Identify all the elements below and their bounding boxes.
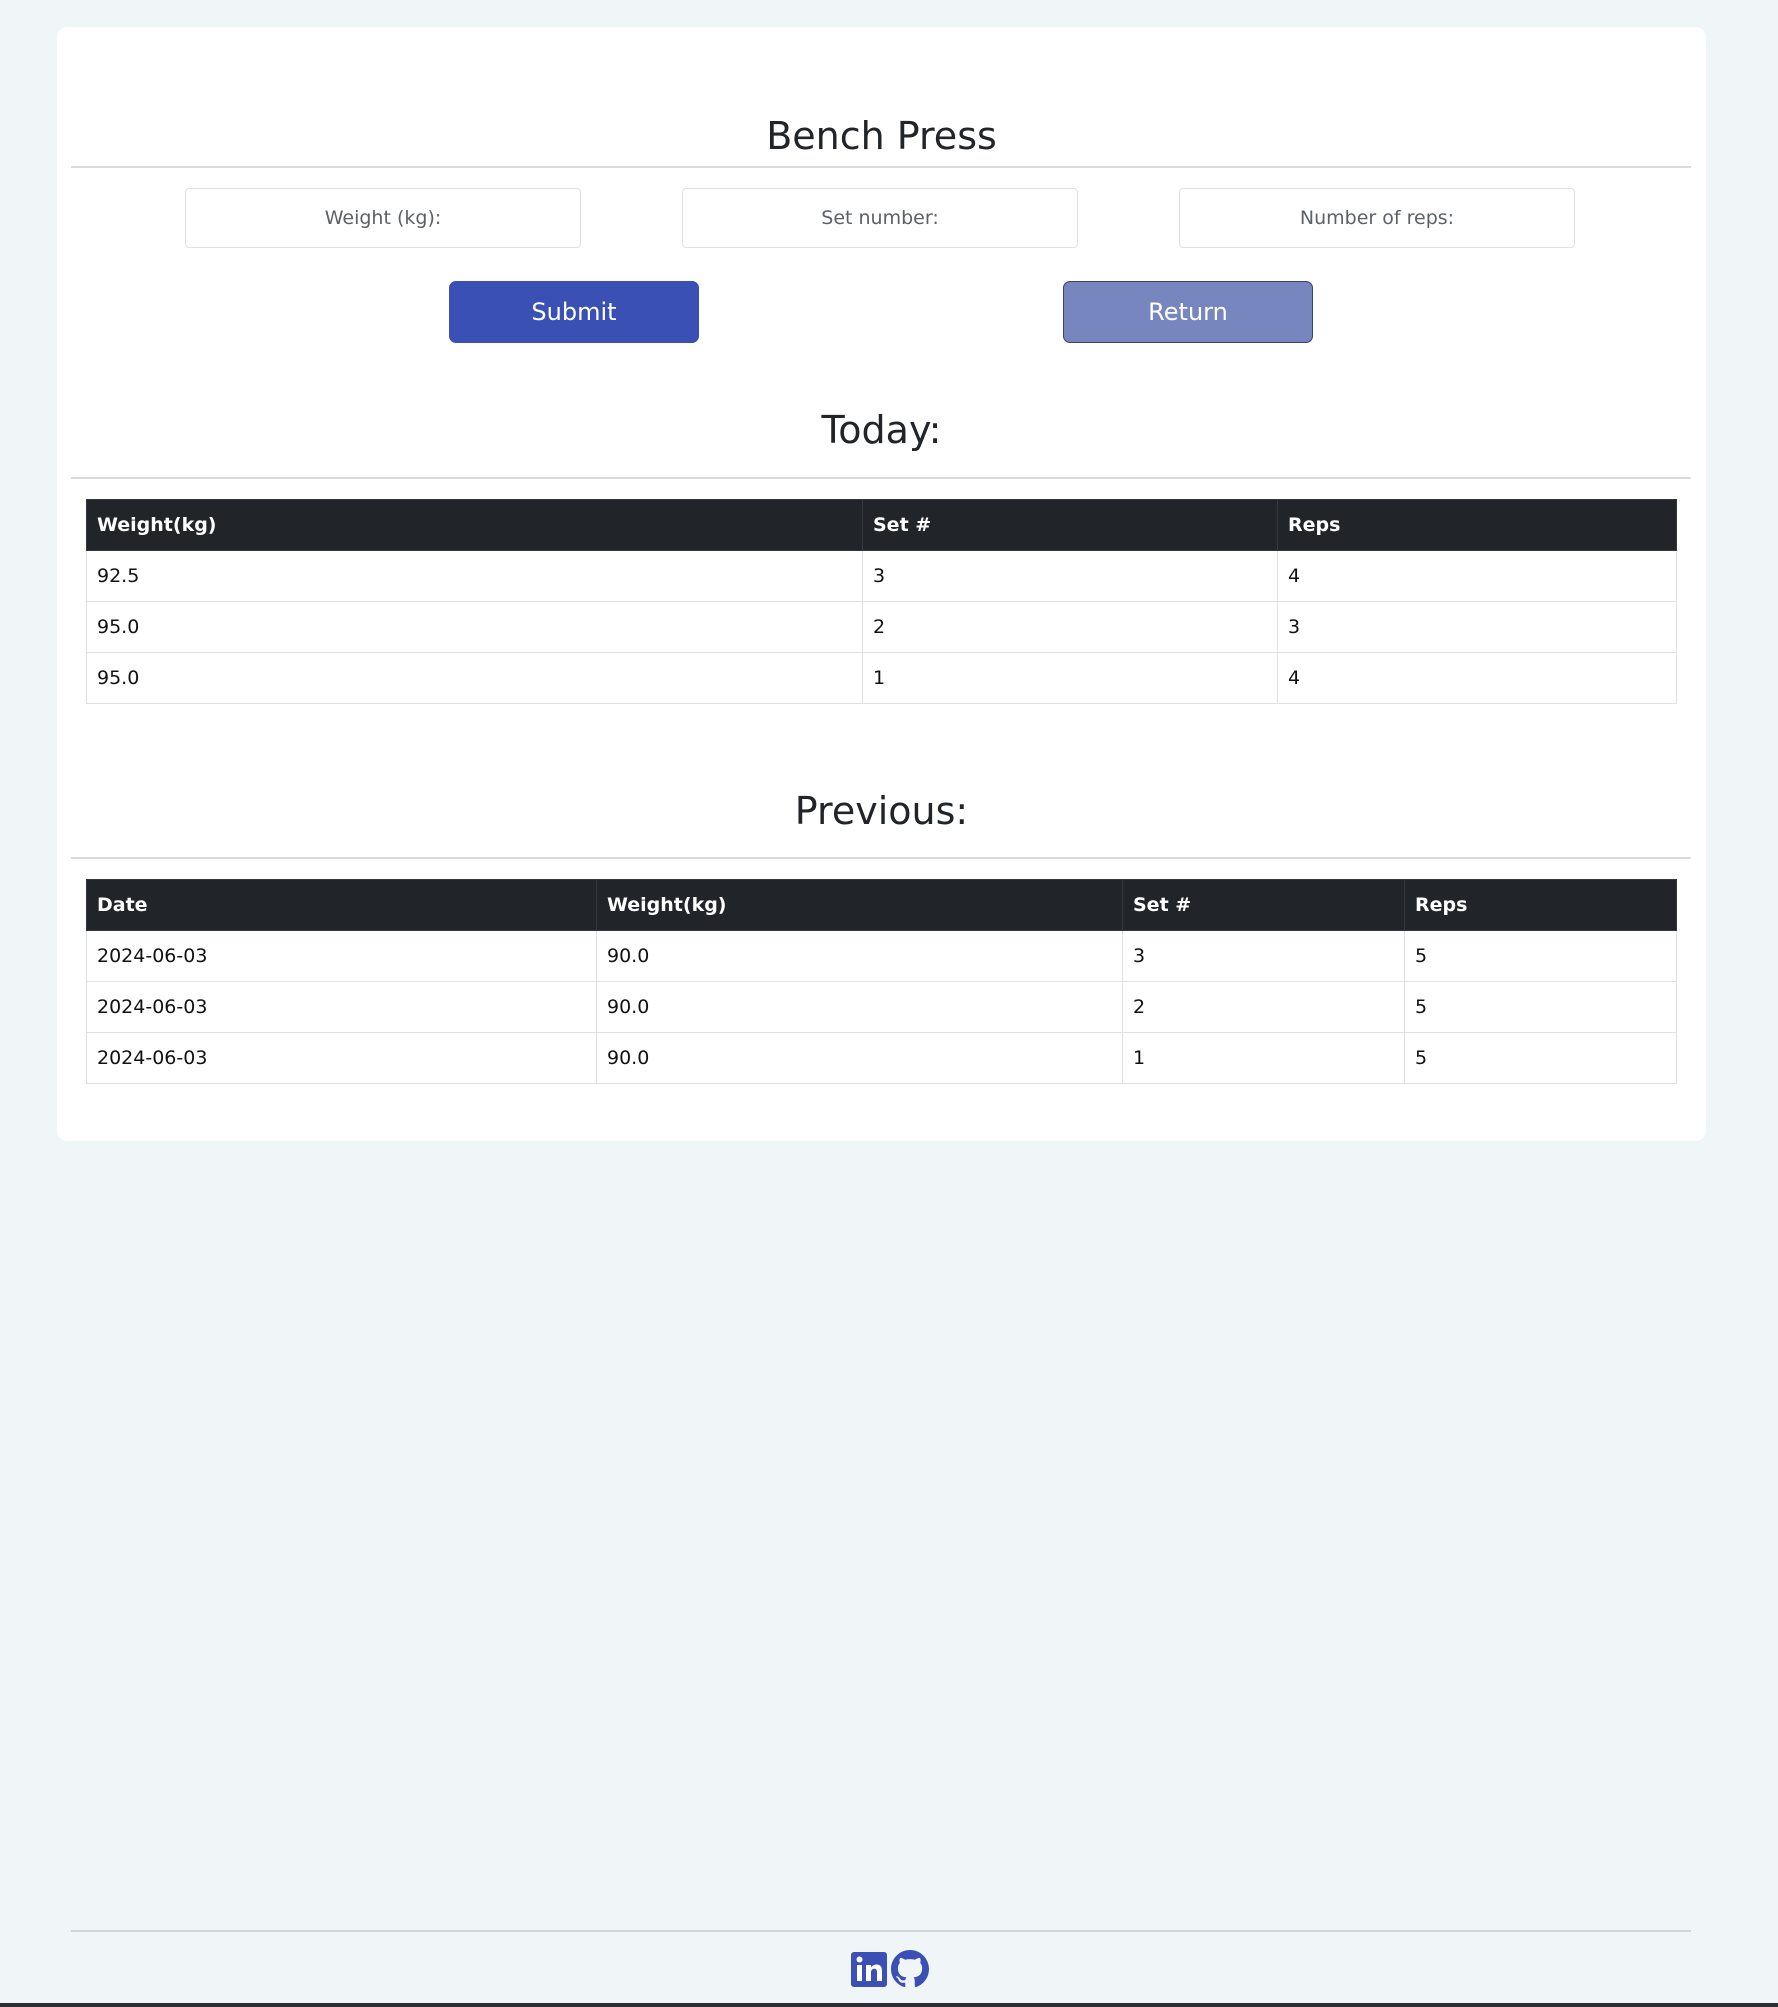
column-header-set: Set # (1122, 879, 1405, 931)
cell-set: 2 (862, 601, 1278, 653)
previous-header-row: Date Weight(kg) Set # Reps (86, 879, 1677, 931)
table-row: 2024-06-03 90.0 2 5 (86, 981, 1677, 1033)
column-header-weight: Weight(kg) (86, 499, 863, 551)
table-row: 92.5 3 4 (86, 550, 1677, 602)
cell-set: 1 (862, 652, 1278, 704)
column-header-reps: Reps (1404, 879, 1677, 931)
cell-set: 3 (862, 550, 1278, 602)
return-button[interactable]: Return (1063, 281, 1313, 343)
footer-divider (71, 1930, 1691, 1932)
cell-weight: 90.0 (596, 930, 1123, 982)
footer-links (0, 1950, 1778, 1988)
column-header-set: Set # (862, 499, 1278, 551)
cell-set: 1 (1122, 1032, 1405, 1084)
cell-reps: 5 (1404, 1032, 1677, 1084)
cell-reps: 4 (1277, 652, 1677, 704)
reps-input[interactable] (1179, 188, 1575, 248)
submit-button[interactable]: Submit (449, 281, 699, 343)
cell-weight: 95.0 (86, 601, 863, 653)
table-row: 95.0 2 3 (86, 601, 1677, 653)
today-heading: Today: (821, 408, 942, 452)
today-header-row: Weight(kg) Set # Reps (86, 499, 1677, 551)
cell-weight: 92.5 (86, 550, 863, 602)
cell-date: 2024-06-03 (86, 981, 597, 1033)
table-row: 2024-06-03 90.0 1 5 (86, 1032, 1677, 1084)
column-header-weight: Weight(kg) (596, 879, 1123, 931)
title-divider (71, 166, 1691, 168)
today-table: Weight(kg) Set # Reps 92.5 3 4 95.0 2 3 … (86, 499, 1677, 704)
previous-table: Date Weight(kg) Set # Reps 2024-06-03 90… (86, 879, 1677, 1084)
set-number-input[interactable] (682, 188, 1078, 248)
weight-input[interactable] (185, 188, 581, 248)
cell-set: 2 (1122, 981, 1405, 1033)
previous-heading: Previous: (794, 789, 969, 833)
column-header-date: Date (86, 879, 597, 931)
main-card: Bench Press Submit Return Today: Weight(… (57, 27, 1706, 1141)
column-header-reps: Reps (1277, 499, 1677, 551)
linkedin-icon[interactable] (850, 1950, 888, 1988)
cell-weight: 95.0 (86, 652, 863, 704)
github-icon[interactable] (890, 1950, 929, 1988)
table-row: 2024-06-03 90.0 3 5 (86, 930, 1677, 982)
table-row: 95.0 1 4 (86, 652, 1677, 704)
previous-divider (71, 857, 1691, 859)
cell-reps: 5 (1404, 930, 1677, 982)
cell-reps: 3 (1277, 601, 1677, 653)
cell-date: 2024-06-03 (86, 930, 597, 982)
cell-reps: 5 (1404, 981, 1677, 1033)
bottom-border (0, 2003, 1778, 2007)
cell-weight: 90.0 (596, 981, 1123, 1033)
today-divider (71, 477, 1691, 479)
page-title: Bench Press (766, 114, 997, 158)
cell-set: 3 (1122, 930, 1405, 982)
cell-date: 2024-06-03 (86, 1032, 597, 1084)
cell-reps: 4 (1277, 550, 1677, 602)
cell-weight: 90.0 (596, 1032, 1123, 1084)
